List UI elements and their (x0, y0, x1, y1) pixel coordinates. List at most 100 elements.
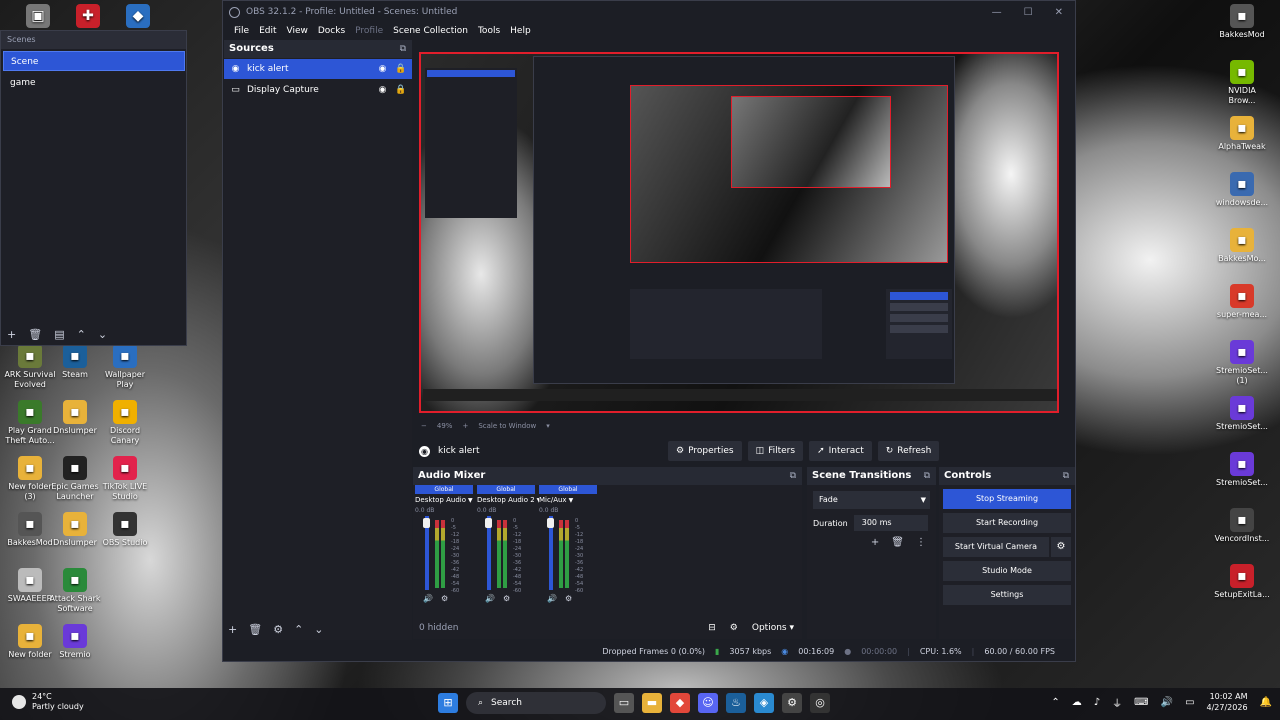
settings-icon[interactable]: ⚙ (782, 693, 802, 713)
move-source-down-button[interactable]: ⌄ (314, 623, 323, 636)
desktop-shortcut-top-2[interactable]: ✚ (60, 4, 116, 30)
menu-item[interactable]: File (229, 26, 254, 36)
desktop-shortcut[interactable]: ▪ VencordInst... (1214, 508, 1270, 544)
chevron-down-icon[interactable]: ▼ (569, 497, 574, 504)
transition-menu-button[interactable]: ⋮ (916, 537, 926, 548)
desktop-shortcut[interactable]: ▪ AlphaTweak (1214, 116, 1270, 152)
chevron-down-icon[interactable]: ▼ (468, 497, 473, 504)
menu-item[interactable]: Help (505, 26, 536, 36)
menu-item[interactable]: Profile (350, 26, 388, 36)
scene-item[interactable]: Scene (3, 51, 185, 71)
app-icon[interactable]: ◈ (754, 693, 774, 713)
channel-name[interactable]: Desktop Audio 2 ▼ (477, 494, 539, 506)
menu-item[interactable]: Docks (313, 26, 350, 36)
chevron-up-icon[interactable]: ⌃ (1051, 697, 1059, 708)
steam-icon[interactable]: ♨ (726, 693, 746, 713)
eye-icon[interactable]: ◉ (377, 85, 388, 95)
stop-streaming-button[interactable]: Stop Streaming (943, 489, 1071, 509)
interact-button[interactable]: ➚ Interact (809, 441, 872, 461)
volume-meter[interactable]: 0 -5 -12 -18 -24 -30 -36 -42 -48 -54 -60 (485, 516, 539, 594)
brave-icon[interactable]: ◆ (670, 693, 690, 713)
scene-filters-button[interactable]: ▤ (54, 328, 64, 341)
battery-icon[interactable]: ▭ (1185, 697, 1194, 708)
desktop-shortcut[interactable]: ▪ Stremio (47, 624, 103, 660)
desktop-shortcut[interactable]: ▪ StremioSet... (1214, 396, 1270, 432)
source-item[interactable]: ◉ kick alert ◉ 🔒 (224, 59, 412, 79)
desktop-shortcut[interactable]: ▪ Wallpaper Play (97, 344, 153, 390)
desktop-shortcut-top-1[interactable]: ▣ (10, 4, 66, 30)
taskbar-search[interactable]: ⌕ Search (466, 692, 606, 714)
desktop-shortcut[interactable]: ▪ StremioSet... (1) (1214, 340, 1270, 386)
obs-icon[interactable]: ◎ (810, 693, 830, 713)
desktop-shortcut[interactable]: ▪ Dnslumper (47, 400, 103, 436)
undock-icon[interactable]: ⧉ (400, 40, 406, 58)
notification-icon[interactable]: 🔔 (1260, 697, 1272, 708)
duration-input[interactable]: 300 ms (853, 515, 928, 531)
properties-button[interactable]: ⚙ Properties (668, 441, 742, 461)
file-explorer-icon[interactable]: ▬ (642, 693, 662, 713)
source-properties-button[interactable]: ⚙ (273, 623, 283, 636)
mixer-options-button[interactable]: Options ▾ (752, 623, 794, 633)
volume-knob[interactable] (547, 518, 554, 528)
scale-mode[interactable]: Scale to Window (478, 422, 536, 430)
speaker-icon[interactable]: 🔊 (485, 594, 495, 603)
volume-meter[interactable]: 0 -5 -12 -18 -24 -30 -36 -42 -48 -54 -60 (547, 516, 601, 594)
clock[interactable]: 10:02 AM 4/27/2026 (1207, 691, 1248, 713)
menu-item[interactable]: Tools (473, 26, 505, 36)
zoom-out-button[interactable]: − (421, 422, 427, 430)
weather-widget[interactable]: 24°C Partly cloudy (12, 692, 84, 712)
task-view-icon[interactable]: ▭ (614, 693, 634, 713)
network-icon[interactable]: ☁ (1072, 697, 1082, 708)
layout-toggle-icon[interactable]: ⊟ (708, 623, 716, 633)
settings-button[interactable]: Settings (943, 585, 1071, 605)
start-recording-button[interactable]: Start Recording (943, 513, 1071, 533)
channel-name[interactable]: Mic/Aux ▼ (539, 494, 601, 506)
minimize-button[interactable]: — (992, 7, 1002, 18)
studio-mode-button[interactable]: Studio Mode (943, 561, 1071, 581)
lock-icon[interactable]: 🔒 (395, 64, 406, 74)
channel-settings-icon[interactable]: ⚙ (503, 594, 510, 603)
volume-knob[interactable] (485, 518, 492, 528)
gear-icon[interactable]: ⚙ (1051, 537, 1071, 557)
move-scene-up-button[interactable]: ⌃ (77, 328, 86, 341)
source-item[interactable]: ▭ Display Capture ◉ 🔒 (224, 80, 412, 100)
desktop-shortcut[interactable]: ▪ Discord Canary (97, 400, 153, 446)
move-scene-down-button[interactable]: ⌄ (98, 328, 107, 341)
menu-item[interactable]: Edit (254, 26, 281, 36)
lock-icon[interactable]: 🔒 (395, 85, 406, 95)
close-button[interactable]: ✕ (1055, 7, 1063, 18)
desktop-shortcut[interactable]: ▪ SetupExitLa... (1214, 564, 1270, 600)
volume-knob[interactable] (423, 518, 430, 528)
desktop-shortcut[interactable]: ▪ OBS Studio (97, 512, 153, 548)
channel-name[interactable]: Desktop Audio ▼ (415, 494, 477, 506)
desktop-shortcut[interactable]: ▪ windowsde... (1214, 172, 1270, 208)
desktop-shortcut[interactable]: ▪ BakkesMod (1214, 4, 1270, 40)
desktop-shortcut[interactable]: ▪ Dnslumper (47, 512, 103, 548)
desktop-shortcut[interactable]: ▪ Steam (47, 344, 103, 380)
transition-select[interactable]: Fade ▼ (813, 491, 930, 509)
desktop-shortcut-top-3[interactable]: ◆ (110, 4, 166, 30)
desktop-shortcut[interactable]: ▪ Attack Shark Software (47, 568, 103, 614)
discord-icon[interactable]: ☺ (698, 693, 718, 713)
zoom-in-button[interactable]: + (462, 422, 468, 430)
chevron-down-icon[interactable]: ▾ (546, 422, 550, 430)
remove-source-button[interactable]: 🗑 (248, 623, 262, 636)
desktop-shortcut[interactable]: ▪ super-mea... (1214, 284, 1270, 320)
undock-icon[interactable]: ⧉ (924, 467, 930, 485)
speaker-icon[interactable]: 🔊 (423, 594, 433, 603)
undock-icon[interactable]: ⧉ (1063, 467, 1069, 485)
channel-settings-icon[interactable]: ⚙ (565, 594, 572, 603)
menu-item[interactable]: Scene Collection (388, 26, 473, 36)
menu-item[interactable]: View (282, 26, 313, 36)
volume-icon[interactable]: 🔊 (1161, 697, 1173, 708)
channel-settings-icon[interactable]: ⚙ (441, 594, 448, 603)
volume-meter[interactable]: 0 -5 -12 -18 -24 -30 -36 -42 -48 -54 -60 (423, 516, 477, 594)
start-virtual-camera-button[interactable]: Start Virtual Camera (943, 537, 1049, 557)
remove-transition-button[interactable]: 🗑 (891, 537, 904, 548)
desktop-shortcut[interactable]: ▪ TikTok LIVE Studio (97, 456, 153, 502)
add-source-button[interactable]: + (228, 623, 237, 636)
advanced-audio-icon[interactable]: ⚙ (730, 623, 738, 633)
desktop-shortcut[interactable]: ▪ Epic Games Launcher (47, 456, 103, 502)
add-scene-button[interactable]: + (7, 328, 16, 341)
add-transition-button[interactable]: + (871, 537, 879, 548)
